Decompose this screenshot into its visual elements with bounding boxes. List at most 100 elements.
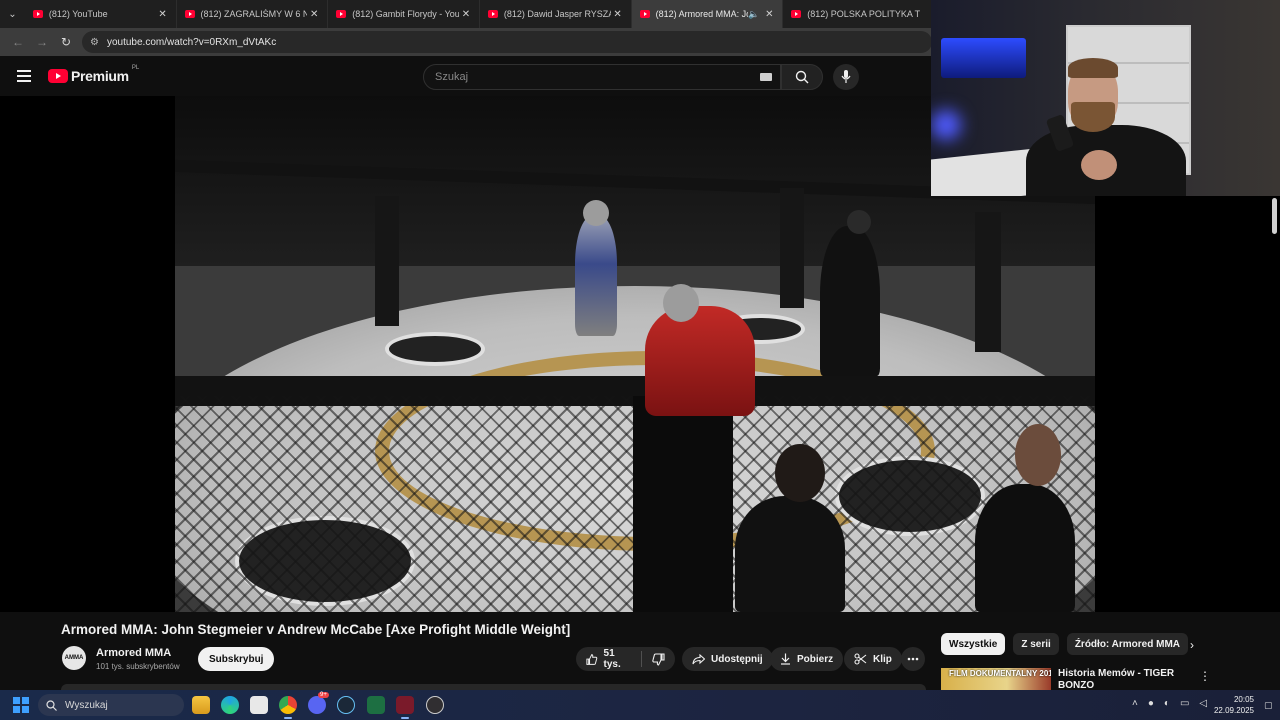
file-explorer-icon[interactable] (192, 696, 210, 714)
browser-tab-strip: ⌄ (812) YouTube ✕ (812) ZAGRALIŚMY W 6 N… (0, 0, 935, 28)
excel-icon[interactable] (367, 696, 385, 714)
page-scrollbar-thumb[interactable] (1272, 198, 1277, 234)
streamer-beard (1071, 102, 1115, 132)
windows-taskbar: Wyszukaj 9+ ˄ ● ◐ ▭ ◁ 20:05 22.09.2025 ▢ (0, 690, 1280, 720)
cage-post (975, 212, 1001, 352)
youtube-favicon-icon (336, 10, 347, 18)
streamer-webcam-overlay (931, 0, 1280, 196)
chrome-browser-icon[interactable] (279, 696, 297, 719)
back-arrow-icon[interactable]: ← (6, 30, 30, 54)
close-tab-icon[interactable]: ✕ (459, 9, 473, 20)
edge-browser-icon[interactable] (221, 696, 239, 714)
youtube-favicon-icon (487, 10, 498, 18)
chevron-up-icon[interactable]: ˄ (1132, 698, 1138, 709)
clip-button[interactable]: Klip (844, 647, 902, 671)
youtube-premium-logo[interactable]: Premium PL (48, 65, 140, 84)
close-tab-icon[interactable]: ✕ (762, 9, 776, 20)
browser-tab[interactable]: (812) ZAGRALIŚMY W 6 NAJGO ✕ (177, 0, 329, 28)
clock-time: 20:05 (1233, 695, 1254, 704)
like-button[interactable]: 51 tys. (576, 647, 641, 671)
watch-metadata: Armored MMA: John Stegmeier v Andrew McC… (0, 612, 1280, 690)
fighter-blue-armor (575, 216, 617, 336)
microsoft-store-icon[interactable] (250, 696, 268, 714)
forward-arrow-icon[interactable]: → (30, 30, 54, 54)
tab-title: (812) ZAGRALIŚMY W 6 NAJGO (200, 9, 308, 19)
volume-icon[interactable]: ◁ (1199, 698, 1207, 709)
clip-label: Klip (873, 653, 892, 665)
steam-icon[interactable] (337, 696, 355, 714)
search-icon (795, 70, 809, 84)
hamburger-menu-icon[interactable] (17, 70, 31, 82)
taskbar-clock[interactable]: 20:05 22.09.2025 (1210, 694, 1254, 716)
subscribe-button[interactable]: Subskrybuj (198, 647, 275, 671)
more-vertical-icon[interactable]: ⋮ (1199, 669, 1211, 683)
webcam-blue-light (931, 110, 961, 140)
thumbnail-text: FILM DOKUMENTALNY 2012-2024 (949, 669, 1051, 678)
obs-icon[interactable] (426, 696, 444, 714)
referee (820, 226, 880, 376)
browser-tab[interactable]: (812) YouTube ✕ (25, 0, 177, 28)
chip-from-channel[interactable]: Źródło: Armored MMA (1066, 633, 1189, 655)
address-bar[interactable]: ⚙ youtube.com/watch?v=0RXm_dVtAKc (82, 31, 932, 53)
search-button[interactable] (781, 64, 823, 90)
browser-tab[interactable]: (812) Gambit Florydy - YouTub ✕ (328, 0, 480, 28)
recommendation-title[interactable]: Historia Memów - TIGER BONZO (1058, 668, 1188, 690)
network-icon[interactable]: ▭ (1180, 698, 1189, 709)
browser-tab-active[interactable]: (812) Armored MMA: John 🔈 ✕ (631, 0, 784, 28)
cornerman-head (775, 444, 825, 502)
share-arrow-icon (692, 653, 705, 664)
taskbar-search-label: Wyszukaj (65, 699, 108, 711)
like-count: 51 tys. (603, 648, 621, 670)
chip-all[interactable]: Wszystkie (941, 633, 1006, 655)
system-tray: ˄ ● ◐ ▭ ◁ (1132, 698, 1207, 709)
fighter-helmet (583, 200, 609, 226)
cage-post (375, 196, 399, 326)
logo-text: Premium (71, 68, 129, 84)
fighter-helmet (663, 284, 699, 322)
taskbar-search[interactable]: Wyszukaj (38, 694, 184, 716)
youtube-favicon-icon (639, 10, 650, 18)
thumbs-up-icon (586, 653, 598, 665)
tab-title: (812) Dawid Jasper RYSZARD Z (503, 9, 611, 19)
referee-head (847, 210, 871, 234)
browser-tab[interactable]: (812) Dawid Jasper RYSZARD Z ✕ (480, 0, 632, 28)
youtube-favicon-icon (791, 10, 802, 18)
channel-avatar[interactable]: AMMA (62, 646, 86, 670)
tab-search-dropdown-icon[interactable]: ⌄ (0, 0, 25, 28)
download-icon (781, 653, 790, 665)
microphone-icon[interactable]: ● (1148, 698, 1154, 709)
close-tab-icon[interactable]: ✕ (307, 9, 321, 20)
cornerman (735, 496, 845, 612)
notification-bell-icon[interactable]: ▢ (1264, 700, 1274, 710)
windows-start-icon[interactable] (13, 697, 29, 713)
close-tab-icon[interactable]: ✕ (156, 9, 170, 20)
more-actions-button[interactable] (901, 647, 925, 671)
search-input[interactable]: Szukaj (423, 64, 781, 90)
chevron-right-icon[interactable]: › (1184, 637, 1200, 653)
dislike-button[interactable] (642, 647, 675, 671)
cornerman (975, 484, 1075, 612)
scissors-icon (854, 653, 867, 665)
chip-series[interactable]: Z serii (1013, 633, 1059, 655)
youtube-favicon-icon (32, 10, 43, 18)
headset-icon[interactable]: ◐ (1164, 698, 1170, 709)
browser-toolbar: ← → ↻ ⚙ youtube.com/watch?v=0RXm_dVtAKc (0, 28, 935, 56)
cage-post (780, 188, 804, 308)
channel-name[interactable]: Armored MMA (96, 647, 171, 659)
subscriber-count: 101 tys. subskrybentów (96, 662, 180, 671)
site-info-icon[interactable]: ⚙ (90, 37, 99, 48)
share-button[interactable]: Udostępnij (682, 647, 773, 671)
download-button[interactable]: Pobierz (770, 647, 844, 671)
reload-icon[interactable]: ↻ (54, 30, 78, 54)
close-tab-icon[interactable]: ✕ (611, 9, 625, 20)
recommendation-thumbnail[interactable]: FILM DOKUMENTALNY 2012-2024 (941, 668, 1051, 690)
country-code: PL (131, 65, 140, 71)
browser-tab[interactable]: (812) POLSKA POLITYKA T (783, 0, 935, 28)
webcam-monitor (941, 38, 1026, 78)
keyboard-icon[interactable] (760, 73, 772, 81)
speaker-icon[interactable]: 🔈 (748, 9, 762, 20)
discord-icon[interactable]: 9+ (308, 692, 329, 714)
voice-search-button[interactable] (833, 64, 859, 90)
streaming-app-icon[interactable] (396, 696, 414, 719)
tab-title: (812) YouTube (48, 9, 108, 19)
